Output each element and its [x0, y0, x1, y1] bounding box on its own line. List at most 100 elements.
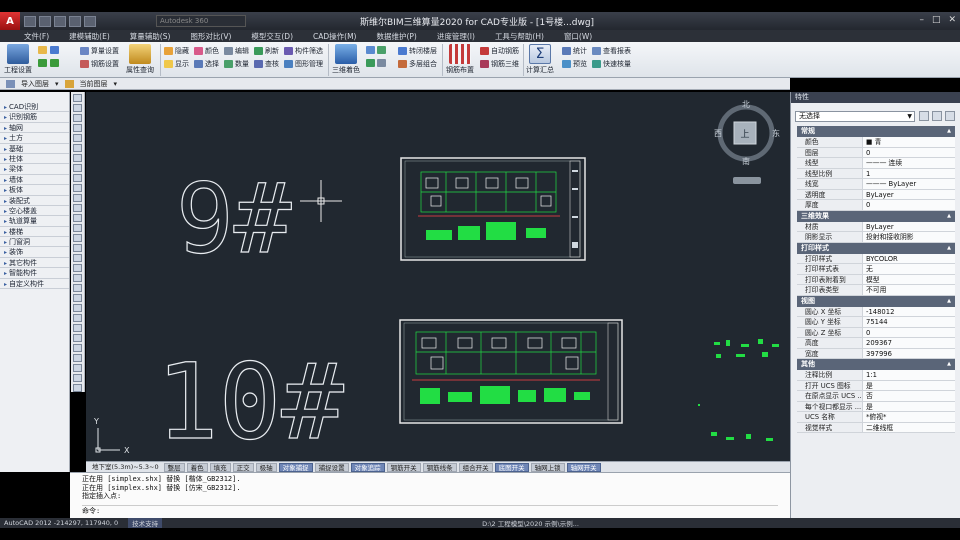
command-window[interactable]: 正在用 [simplex.shx] 替换 [楷体_GB2312]. 正在用 [s…	[70, 472, 790, 518]
category-item[interactable]: 装饰	[0, 247, 69, 258]
status-toggle[interactable]: 轴网开关	[566, 462, 601, 472]
refresh-button[interactable]: 刷新	[254, 46, 279, 56]
menu-item[interactable]: 文件(F)	[24, 31, 49, 42]
property-section-header[interactable]: 三维效果	[797, 210, 955, 222]
category-item[interactable]: 识别钢筋	[0, 112, 69, 123]
check-button[interactable]: 查核	[254, 59, 279, 69]
category-item[interactable]: 空心楼盖	[0, 206, 69, 217]
category-item[interactable]: 智能构件	[0, 268, 69, 279]
rebar-3d-button[interactable]: 钢筋三维	[480, 59, 519, 69]
dropdown-arrow-icon[interactable]: ▾	[55, 80, 59, 88]
mirror-tool-icon[interactable]	[73, 204, 82, 212]
property-row[interactable]: 圆心 Z 坐标 0	[797, 327, 955, 338]
category-item[interactable]: 土方	[0, 133, 69, 144]
extend-tool-icon[interactable]	[73, 234, 82, 242]
property-value[interactable]: 是	[863, 401, 955, 411]
line-tool-icon[interactable]	[73, 94, 82, 102]
menu-item[interactable]: 算量辅助(S)	[130, 31, 171, 42]
auto-rebar-button[interactable]: 自动钢筋	[480, 46, 519, 56]
category-item[interactable]: 梁体	[0, 164, 69, 175]
break-tool-icon[interactable]	[73, 284, 82, 292]
copy-tool-icon[interactable]	[73, 184, 82, 192]
select-objects-icon[interactable]	[932, 111, 942, 121]
property-row[interactable]: 打印样式表无	[797, 264, 955, 275]
save-icon[interactable]	[54, 15, 66, 27]
property-value[interactable]: ■ 青	[863, 137, 955, 147]
property-value[interactable]: ——— ByLayer	[863, 179, 955, 189]
category-item[interactable]: 门窗洞	[0, 237, 69, 248]
property-value[interactable]: BYCOLOR	[863, 253, 955, 263]
property-value[interactable]: 0	[863, 147, 955, 157]
category-item[interactable]: 轴网	[0, 123, 69, 134]
category-item[interactable]: 轨道算量	[0, 216, 69, 227]
status-toggle[interactable]: 钢筋开关	[386, 462, 421, 472]
quick-check-button[interactable]: 快速核量	[592, 59, 631, 69]
property-row[interactable]: 线宽 ——— ByLayer	[797, 179, 955, 190]
new-icon[interactable]	[24, 15, 36, 27]
support-tag[interactable]: 技术支持	[128, 518, 163, 528]
rebar-layout-button[interactable]: 钢筋布置	[446, 44, 474, 75]
dropdown-arrow-icon[interactable]: ▾	[114, 80, 118, 88]
view-report-button[interactable]: 查看报表	[592, 46, 631, 56]
arc-tool-icon[interactable]	[73, 124, 82, 132]
view-tools-2-icon[interactable]	[366, 59, 386, 67]
property-value[interactable]: 75144	[863, 317, 955, 327]
edit-button[interactable]: 编辑	[224, 46, 249, 56]
merge-frame-button[interactable]: 转闭楼层	[398, 46, 437, 56]
quick-select-icon[interactable]	[945, 111, 955, 121]
category-item[interactable]: 墙体	[0, 175, 69, 186]
property-row[interactable]: 线型 ——— 连续	[797, 158, 955, 169]
status-toggle[interactable]: 组合开关	[458, 462, 493, 472]
property-value[interactable]: 397996	[863, 348, 955, 358]
property-row[interactable]: 打印样式 BYCOLOR	[797, 253, 955, 264]
status-toggle[interactable]: 填充	[209, 462, 231, 472]
property-row[interactable]: 高度 209367	[797, 338, 955, 349]
import-layer-button[interactable]: 导入图层	[21, 79, 49, 89]
selection-dropdown[interactable]: 无选择 ▼	[795, 111, 915, 122]
status-toggle[interactable]: 着色	[186, 462, 208, 472]
text-tool-icon[interactable]	[73, 154, 82, 162]
property-value[interactable]: 是	[863, 380, 955, 390]
category-item[interactable]: 柱体	[0, 154, 69, 165]
property-section-header[interactable]: 打印样式	[797, 242, 955, 254]
category-item[interactable]: 板体	[0, 185, 69, 196]
regen-tool-icon[interactable]	[73, 384, 82, 392]
property-row[interactable]: 视觉样式 二维线框	[797, 422, 955, 433]
calc-settings-button[interactable]: 算量设置	[80, 46, 119, 56]
property-row[interactable]: UCS 名称 *俯视*	[797, 412, 955, 423]
category-item[interactable]: 其它构件	[0, 258, 69, 269]
property-row[interactable]: 圆心 Y 坐标 75144	[797, 317, 955, 328]
polyline-tool-icon[interactable]	[73, 104, 82, 112]
project-settings-button[interactable]: 工程设置	[4, 44, 32, 75]
property-row[interactable]: 图层 0	[797, 147, 955, 158]
maximize-icon[interactable]: □	[932, 15, 941, 25]
property-value[interactable]: 模型	[863, 274, 955, 284]
show-button[interactable]: 显示	[164, 59, 189, 69]
color-button[interactable]: 颜色	[194, 46, 219, 56]
status-toggle[interactable]: 整层	[163, 462, 185, 472]
category-item[interactable]: 楼梯	[0, 227, 69, 238]
undo-icon[interactable]	[69, 15, 81, 27]
property-section-header[interactable]: 视图	[797, 295, 955, 307]
match-tool-icon[interactable]	[73, 354, 82, 362]
status-toggle[interactable]: 地下室(5.3m)~5.3~0	[89, 463, 162, 472]
redo-icon[interactable]	[84, 15, 96, 27]
property-row[interactable]: 打印表附着到 模型	[797, 274, 955, 285]
multi-group-button[interactable]: 多层组合	[398, 59, 437, 69]
command-prompt-input[interactable]: 命令:	[82, 504, 778, 515]
property-value[interactable]: 209367	[863, 338, 955, 348]
graph-manage-button[interactable]: 图形管理	[284, 59, 323, 69]
property-row[interactable]: 宽度 397996	[797, 348, 955, 359]
property-value[interactable]: -148012	[863, 306, 955, 316]
quantity-button[interactable]: 数量	[224, 59, 249, 69]
move-tool-icon[interactable]	[73, 174, 82, 182]
status-toggle[interactable]: 钢筋线条	[422, 462, 457, 472]
property-row[interactable]: 透明度 ByLayer	[797, 189, 955, 200]
property-value[interactable]: 投射和接收阴影	[863, 232, 955, 242]
rebar-settings-button[interactable]: 钢筋设置	[80, 59, 119, 69]
status-toggle[interactable]: 对象追踪	[350, 462, 385, 472]
property-row[interactable]: 注释比例 1:1	[797, 370, 955, 381]
property-value[interactable]: 二维线框	[863, 422, 955, 432]
menu-item[interactable]: 模型交互(D)	[251, 31, 293, 42]
select-button[interactable]: 选择	[194, 59, 219, 69]
